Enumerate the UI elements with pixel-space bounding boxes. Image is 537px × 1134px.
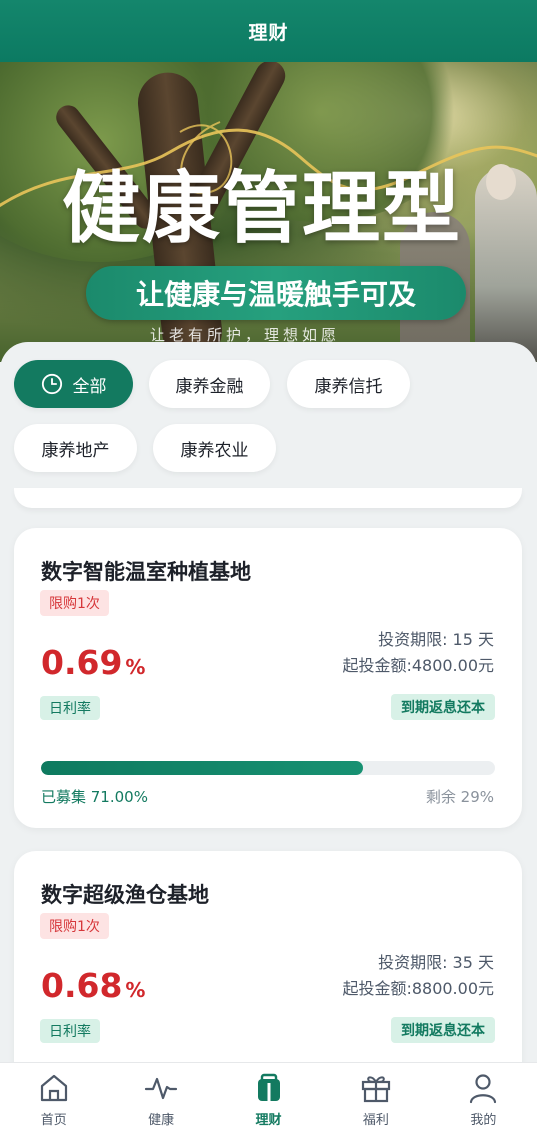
nav-home[interactable]: 首页 — [0, 1063, 107, 1134]
nav-health[interactable]: 健康 — [107, 1063, 214, 1134]
nav-label: 理财 — [255, 1113, 282, 1128]
daily-rate: 0.69% — [41, 646, 145, 679]
wallet-icon — [257, 1073, 280, 1101]
nav-label: 福利 — [362, 1113, 389, 1128]
daily-rate: 0.68% — [41, 969, 145, 1002]
category-chip-label: 康养金融 — [175, 376, 244, 397]
investment-term: 投资期限: 15 天 — [378, 630, 494, 649]
category-chip-label: 全部 — [72, 376, 107, 397]
nav-profile[interactable]: 我的 — [430, 1063, 537, 1134]
rate-label: 日利率 — [40, 696, 100, 720]
gift-icon — [361, 1076, 391, 1103]
rate-unit: % — [125, 655, 146, 679]
nav-finance[interactable]: 理财 — [215, 1063, 322, 1134]
pulse-icon — [145, 1077, 178, 1100]
category-chip-label: 康养地产 — [41, 440, 110, 461]
repayment-method-badge: 到期返息还本 — [391, 1017, 495, 1043]
content-panel: 全部 康养金融 康养信托 康养地产 康养农业 数字智能温室种植基地 限购1次 投… — [0, 342, 537, 1062]
raise-progress-fill — [41, 761, 364, 775]
top-header: 理财 — [0, 0, 537, 62]
product-name: 数字超级渔仓基地 — [41, 883, 209, 907]
home-icon — [40, 1074, 67, 1102]
bottom-nav: 首页 健康 理财 福利 我的 — [0, 1062, 537, 1134]
rate-value: 0.69 — [41, 643, 123, 682]
category-chip-trust[interactable]: 康养信托 — [287, 360, 410, 408]
raised-percentage: 已募集 71.00% — [41, 788, 148, 806]
product-name: 数字智能温室种植基地 — [41, 560, 251, 584]
category-chip-finance[interactable]: 康养金融 — [149, 360, 270, 408]
product-card[interactable]: 数字智能温室种植基地 限购1次 投资期限: 15 天 起投金额:4800.00元… — [14, 528, 522, 828]
rate-label: 日利率 — [40, 1019, 100, 1043]
repayment-method-badge: 到期返息还本 — [391, 694, 495, 720]
page-title: 理财 — [248, 21, 289, 44]
purchase-limit-badge: 限购1次 — [40, 590, 109, 616]
category-chip-label: 康养信托 — [314, 376, 383, 397]
rate-value: 0.68 — [41, 966, 123, 1005]
nav-welfare[interactable]: 福利 — [322, 1063, 429, 1134]
promo-banner[interactable]: 健康管理型 让健康与温暖触手可及 让老有所护，理想如愿 — [0, 62, 537, 362]
remaining-percentage: 剩余 29% — [425, 788, 494, 806]
user-icon — [470, 1074, 497, 1104]
clock-icon — [41, 373, 62, 395]
raise-progress-bar — [41, 761, 495, 775]
nav-label: 健康 — [148, 1113, 175, 1128]
category-chip-realestate[interactable]: 康养地产 — [14, 424, 137, 472]
nav-label: 首页 — [40, 1113, 67, 1128]
elderly-person-head — [486, 164, 516, 200]
minimum-amount: 起投金额:4800.00元 — [342, 656, 494, 675]
banner-slogan: 让健康与温暖触手可及 — [86, 266, 466, 320]
previous-card-edge — [14, 488, 522, 508]
category-chip-label: 康养农业 — [180, 440, 249, 461]
rate-unit: % — [125, 978, 146, 1002]
investment-term: 投资期限: 35 天 — [378, 953, 494, 972]
category-chip-agriculture[interactable]: 康养农业 — [153, 424, 276, 472]
category-chip-all[interactable]: 全部 — [14, 360, 133, 408]
purchase-limit-badge: 限购1次 — [40, 913, 109, 939]
product-card[interactable]: 数字超级渔仓基地 限购1次 投资期限: 35 天 起投金额:8800.00元 0… — [14, 851, 522, 1062]
minimum-amount: 起投金额:8800.00元 — [342, 979, 494, 998]
banner-title: 健康管理型 — [62, 164, 463, 254]
nav-label: 我的 — [470, 1113, 497, 1128]
